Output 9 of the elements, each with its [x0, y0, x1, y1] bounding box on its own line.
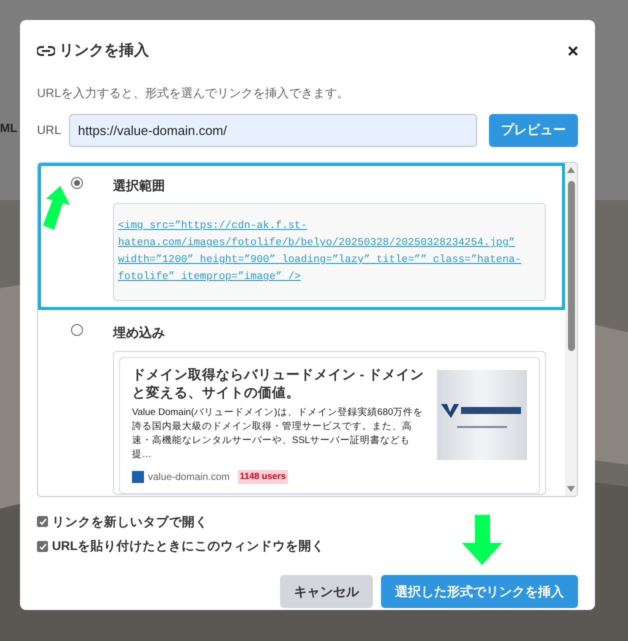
dialog-title: リンクを挿入 — [59, 41, 149, 61]
option-label: 選択範囲 — [113, 176, 166, 194]
radio-button[interactable] — [71, 176, 83, 188]
url-field[interactable]: https://value-domain.com/ — [69, 114, 477, 146]
dialog-description: URLを入力すると、形式を選んでリンクを挿入できます。 — [37, 84, 350, 102]
link-icon — [37, 46, 55, 56]
url-label: URL — [37, 122, 62, 139]
background-text: ML — [0, 121, 18, 135]
close-icon[interactable] — [568, 46, 578, 56]
